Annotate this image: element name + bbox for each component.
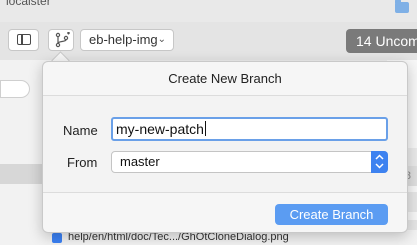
select-stepper[interactable] [371,151,388,173]
popover-title: Create New Branch [168,71,282,86]
popover-content [43,96,407,192]
name-label: Name [63,123,98,138]
branch-selector-label: eb-help-img [89,32,158,47]
create-branch-button[interactable]: Create Branch [275,204,388,225]
checkbox-icon[interactable] [52,233,62,243]
from-branch-select[interactable]: master [111,151,388,173]
folder-icon [395,0,409,13]
branch-selector[interactable]: eb-help-img ⌄ [80,29,174,51]
sidebar-icon [17,34,31,45]
window-top-strip: localster [0,0,417,23]
toggle-sidebar-button[interactable] [8,29,39,51]
stepper-icon [375,154,384,169]
from-branch-value: master [120,154,160,169]
window-title-fragment: localster [6,0,51,8]
from-label: From [67,155,98,170]
sidebar-search-field[interactable] [0,80,30,98]
branch-name-value: my-new-patch [116,121,204,137]
new-branch-button[interactable] [48,29,74,51]
divider [43,192,407,193]
uncommitted-changes-badge[interactable]: 14 Uncom [346,29,417,53]
branch-icon [55,32,70,48]
branch-name-input[interactable]: my-new-patch [111,117,388,141]
create-branch-popover: Create New Branch Name my-new-patch From… [42,61,408,233]
chevron-down-icon: ⌄ [157,34,166,45]
text-caret [204,121,206,136]
